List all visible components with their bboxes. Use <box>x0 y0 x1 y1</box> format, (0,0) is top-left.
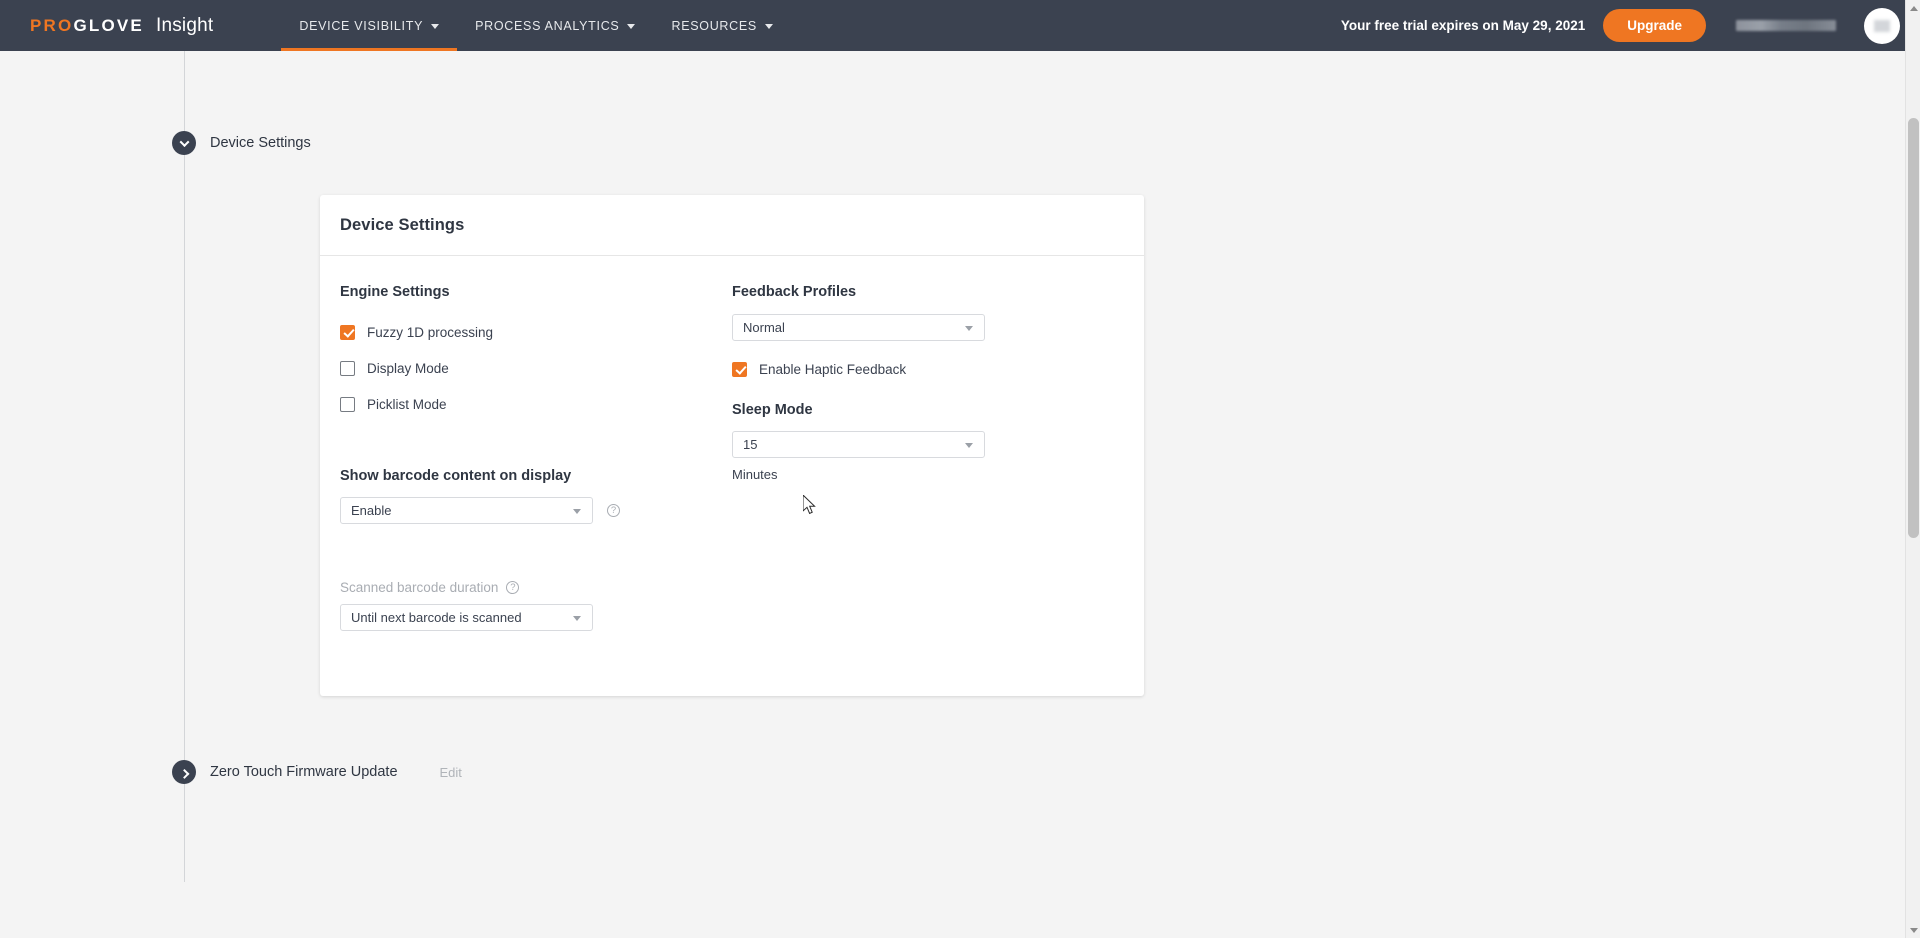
vertical-scrollbar[interactable] <box>1905 0 1920 938</box>
feedback-settings-column: Feedback Profiles Normal Enable Haptic F… <box>732 284 1124 631</box>
device-settings-card: Device Settings Engine Settings Fuzzy 1D… <box>320 195 1144 696</box>
select-feedback-profile[interactable]: Normal <box>732 314 985 341</box>
show-barcode-content-block: Show barcode content on display Enable ? <box>340 468 732 524</box>
brand-logo[interactable]: PRO GLOVE Insight <box>30 15 213 37</box>
chevron-down-icon <box>965 443 973 448</box>
upgrade-button[interactable]: Upgrade <box>1603 9 1706 42</box>
checkbox-haptic-feedback[interactable] <box>732 361 747 377</box>
avatar-image <box>1874 19 1890 32</box>
checkbox-label: Fuzzy 1D processing <box>367 324 494 340</box>
accordion-header-device-settings[interactable]: Device Settings <box>172 131 311 155</box>
edit-link[interactable]: Edit <box>440 765 462 780</box>
show-barcode-content-field: Enable ? <box>340 497 732 524</box>
nav-item-label: RESOURCES <box>671 18 757 33</box>
accordion-header-zero-touch-firmware-update[interactable]: Zero Touch Firmware Update Edit <box>172 760 462 784</box>
feedback-profiles-heading: Feedback Profiles <box>732 284 857 300</box>
trial-expiry-notice: Your free trial expires on May 29, 2021 <box>1340 18 1586 33</box>
scroll-down-button[interactable] <box>1906 922 1920 938</box>
avatar[interactable] <box>1864 7 1900 44</box>
nav-item-resources[interactable]: RESOURCES <box>653 0 790 51</box>
page-title: Device Settings <box>340 216 465 234</box>
chevron-down-icon <box>179 136 189 147</box>
accordion-title: Zero Touch Firmware Update <box>210 764 398 780</box>
app-viewport: PRO GLOVE Insight DEVICE VISIBILITY PROCE… <box>0 0 1920 938</box>
help-icon[interactable]: ? <box>607 504 620 517</box>
scanned-barcode-duration-block: Scanned barcode duration ? Until next ba… <box>340 580 732 631</box>
engine-settings-column: Engine Settings Fuzzy 1D processing Disp… <box>340 284 732 631</box>
accordion-rail <box>184 51 185 882</box>
select-value: Normal <box>743 320 785 335</box>
settings-columns: Engine Settings Fuzzy 1D processing Disp… <box>340 284 1124 631</box>
checkbox-row-haptic-feedback[interactable]: Enable Haptic Feedback <box>732 351 1124 387</box>
nav-item-label: DEVICE VISIBILITY <box>299 18 424 33</box>
select-scanned-barcode-duration[interactable]: Until next barcode is scanned <box>340 604 593 631</box>
collapse-toggle-button[interactable] <box>172 131 196 155</box>
checkbox-row-display-mode[interactable]: Display Mode <box>340 350 732 386</box>
chevron-right-icon <box>179 768 189 779</box>
chevron-down-icon <box>965 326 973 331</box>
show-barcode-content-label: Show barcode content on display <box>340 468 572 484</box>
brand-product-text: Insight <box>155 14 214 36</box>
chevron-down-icon <box>573 616 581 621</box>
page-content: Device Settings Device Settings Engine S… <box>0 51 1568 938</box>
checkbox-row-picklist-mode[interactable]: Picklist Mode <box>340 386 732 422</box>
sleep-mode-heading: Sleep Mode <box>732 402 813 418</box>
card-body: Engine Settings Fuzzy 1D processing Disp… <box>320 256 1144 696</box>
select-value: 15 <box>743 437 758 452</box>
card-header: Device Settings <box>320 195 1144 256</box>
chevron-down-icon <box>764 24 773 29</box>
chevron-down-icon <box>627 24 636 29</box>
nav-item-label: PROCESS ANALYTICS <box>475 18 620 33</box>
brand-glove-text: GLOVE <box>73 15 144 35</box>
scroll-up-button[interactable] <box>1906 0 1920 16</box>
top-navigation-bar: PRO GLOVE Insight DEVICE VISIBILITY PROCE… <box>0 0 1920 51</box>
top-bar-right-group: Your free trial expires on May 29, 2021 … <box>1340 7 1920 44</box>
redacted-account-name <box>1736 20 1836 31</box>
select-show-barcode-content[interactable]: Enable <box>340 497 593 524</box>
scanned-barcode-duration-label: Scanned barcode duration ? <box>340 580 732 595</box>
checkbox-label: Display Mode <box>367 360 449 376</box>
scanned-barcode-duration-text: Scanned barcode duration <box>340 580 499 595</box>
select-sleep-mode[interactable]: 15 <box>732 431 985 458</box>
sleep-mode-block: Sleep Mode 15 Minutes <box>732 402 1124 482</box>
sleep-mode-unit-label: Minutes <box>732 467 778 482</box>
brand-pro-text: PRO <box>30 15 74 35</box>
main-nav: DEVICE VISIBILITY PROCESS ANALYTICS RESO… <box>281 0 791 51</box>
triangle-down-icon <box>1909 927 1918 933</box>
scrollbar-thumb[interactable] <box>1908 118 1919 538</box>
nav-item-process-analytics[interactable]: PROCESS ANALYTICS <box>457 0 653 51</box>
checkbox-fuzzy-1d[interactable] <box>340 324 355 340</box>
chevron-down-icon <box>431 24 440 29</box>
accordion-title: Device Settings <box>210 135 311 151</box>
nav-item-device-visibility[interactable]: DEVICE VISIBILITY <box>281 0 457 51</box>
select-value: Enable <box>351 503 392 518</box>
select-value: Until next barcode is scanned <box>351 610 522 625</box>
checkbox-picklist-mode[interactable] <box>340 396 355 412</box>
checkbox-row-fuzzy-1d[interactable]: Fuzzy 1D processing <box>340 314 732 350</box>
checkbox-display-mode[interactable] <box>340 360 355 376</box>
help-icon[interactable]: ? <box>506 581 520 594</box>
expand-toggle-button[interactable] <box>172 760 196 784</box>
triangle-up-icon <box>1909 5 1918 11</box>
engine-settings-heading: Engine Settings <box>340 284 450 300</box>
checkbox-label: Enable Haptic Feedback <box>759 361 907 377</box>
chevron-down-icon <box>573 509 581 514</box>
checkbox-label: Picklist Mode <box>367 396 447 412</box>
